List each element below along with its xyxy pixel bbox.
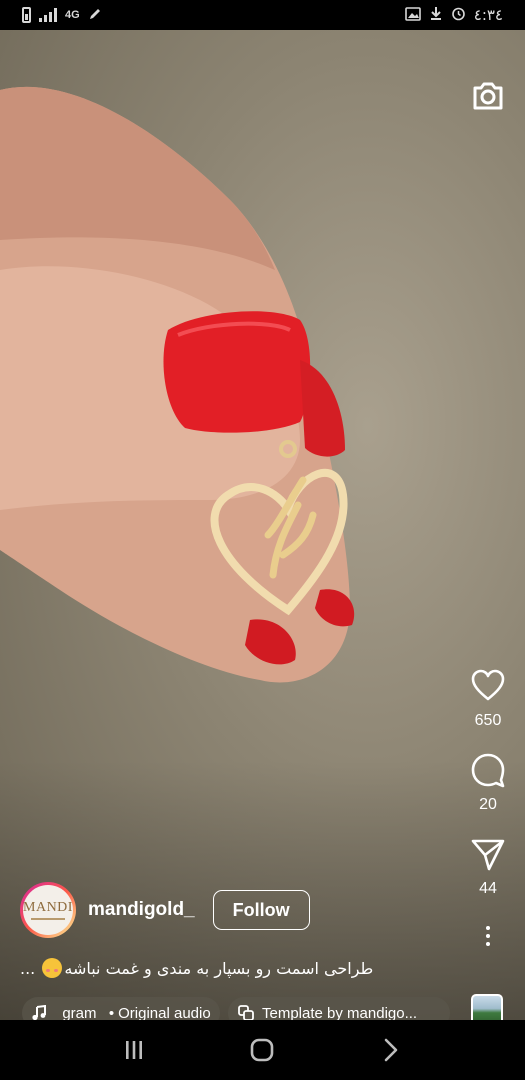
camera-icon [473, 82, 503, 110]
share-count: 44 [479, 880, 497, 897]
audio-separator: • [108, 1004, 115, 1021]
template-label: Template by mandigo... [262, 1004, 418, 1021]
caption-more: ... [20, 959, 36, 978]
chevron-right-icon [384, 1038, 398, 1062]
image-icon [404, 6, 421, 24]
audio-thumbnail[interactable] [471, 994, 503, 1020]
more-dot-icon [486, 926, 490, 930]
like-count: 650 [474, 712, 502, 729]
home-button[interactable] [242, 1030, 282, 1070]
signal-icon [39, 8, 57, 22]
send-icon [471, 839, 505, 871]
like-button[interactable] [470, 668, 506, 704]
audio-source: Original audio [118, 1004, 211, 1021]
status-left: 4G [22, 7, 102, 24]
avatar-logo: MANDI [23, 885, 73, 935]
more-dot-icon [486, 942, 490, 946]
comment-action: 20 [470, 752, 506, 814]
download-icon [429, 6, 443, 24]
audio-chip[interactable]: _gram_ • Original audio [22, 997, 220, 1020]
share-button[interactable] [470, 836, 506, 872]
audio-label: _gram_ [54, 1004, 105, 1021]
avatar-logo-text: MANDI [23, 899, 73, 915]
smiling-face-emoji-icon [42, 958, 63, 978]
comment-icon [471, 753, 505, 788]
share-action: 44 [470, 836, 506, 898]
username[interactable]: mandigold_ [88, 899, 195, 921]
more-options-button[interactable] [473, 922, 503, 950]
status-right: ٤:٣٤ [404, 6, 503, 24]
network-type: 4G [65, 9, 80, 21]
comment-count: 20 [479, 796, 497, 813]
template-chip[interactable]: Template by mandigo... [228, 997, 450, 1020]
music-note-icon [32, 1005, 46, 1020]
recents-icon [126, 1041, 143, 1059]
reel-actions: 650 20 44 [465, 668, 511, 950]
status-time: ٤:٣٤ [473, 6, 503, 24]
navigation-bar [0, 1020, 525, 1080]
recents-button[interactable] [114, 1030, 154, 1070]
author-row: MANDI mandigold_ Follow [20, 882, 310, 938]
template-icon [238, 1005, 254, 1020]
reel-video[interactable]: 650 20 44 MANDI mandigold_ Follow ... طر… [0, 30, 525, 1020]
home-icon [251, 1038, 274, 1062]
battery-icon [22, 7, 31, 23]
follow-button[interactable]: Follow [212, 890, 310, 930]
reel-chips: _gram_ • Original audio Template by mand… [22, 997, 450, 1020]
avatar-logo-underline [31, 917, 65, 920]
comment-button[interactable] [470, 752, 506, 788]
edit-icon [88, 7, 102, 24]
avatar[interactable]: MANDI [20, 882, 76, 938]
caption[interactable]: ... طراحی اسمت رو بسپار به مندی و غمت نب… [20, 958, 400, 978]
caption-text: طراحی اسمت رو بسپار به مندی و غمت نباشه [64, 959, 374, 978]
back-button[interactable] [371, 1030, 411, 1070]
heart-icon [471, 669, 505, 701]
camera-button[interactable] [471, 80, 505, 112]
alarm-icon [451, 6, 466, 24]
like-action: 650 [470, 668, 506, 730]
status-bar: 4G ٤:٣٤ [0, 0, 525, 30]
more-dot-icon [486, 934, 490, 938]
